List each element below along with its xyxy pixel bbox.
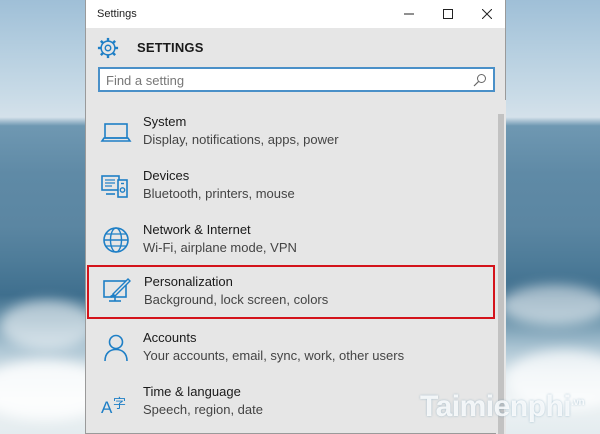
settings-item-subtitle: Bluetooth, printers, mouse	[143, 186, 295, 201]
devices-icon	[101, 175, 128, 198]
maximize-icon	[443, 9, 453, 19]
minimize-icon	[404, 13, 414, 15]
settings-item-subtitle: Wi-Fi, airplane mode, VPN	[143, 240, 297, 255]
title-bar[interactable]: Settings	[86, 0, 505, 28]
page-title: SETTINGS	[137, 40, 204, 55]
search-icon[interactable]	[473, 73, 487, 87]
person-icon	[104, 334, 128, 362]
close-icon	[482, 9, 492, 19]
settings-item-title: Accounts	[143, 330, 197, 345]
settings-item-accounts[interactable]: Accounts Your accounts, email, sync, wor…	[86, 322, 496, 376]
settings-item-subtitle: Speech, region, date	[143, 402, 263, 417]
maximize-button[interactable]	[430, 2, 466, 26]
svg-text:字: 字	[113, 397, 126, 412]
background-wave	[500, 285, 600, 325]
settings-item-system[interactable]: System Display, notifications, apps, pow…	[86, 106, 496, 160]
settings-item-title: Network & Internet	[143, 222, 251, 237]
settings-item-personalization[interactable]: Personalization Background, lock screen,…	[87, 265, 495, 319]
settings-item-network[interactable]: Network & Internet Wi-Fi, airplane mode,…	[86, 214, 496, 268]
settings-item-subtitle: Background, lock screen, colors	[144, 292, 329, 307]
search-box[interactable]	[98, 67, 495, 92]
scrollbar-thumb[interactable]	[498, 114, 504, 434]
laptop-icon	[100, 123, 132, 142]
gear-icon	[97, 37, 119, 59]
watermark-suffix: .vn	[571, 397, 585, 408]
close-button[interactable]	[469, 2, 505, 26]
settings-item-subtitle: Display, notifications, apps, power	[143, 132, 339, 147]
paint-icon	[103, 278, 131, 302]
settings-item-title: System	[143, 114, 187, 129]
scrollbar[interactable]	[496, 100, 506, 434]
settings-item-devices[interactable]: Devices Bluetooth, printers, mouse	[86, 160, 496, 214]
watermark: Taimienphi.vn	[420, 390, 585, 424]
window-title: Settings	[97, 8, 137, 20]
minimize-button[interactable]	[391, 2, 427, 26]
time-language-icon: A 字	[101, 397, 126, 417]
settings-item-title: Time & language	[143, 384, 241, 399]
settings-item-subtitle: Your accounts, email, sync, work, other …	[143, 348, 405, 363]
settings-item-title: Devices	[143, 168, 190, 183]
search-input[interactable]	[106, 71, 466, 89]
settings-window: Settings SETTINGS Find a setting System …	[85, 0, 506, 434]
settings-header: SETTINGS	[86, 28, 505, 66]
watermark-text: Taimienphi	[420, 390, 572, 423]
svg-text:A: A	[101, 398, 113, 417]
globe-icon	[103, 227, 129, 253]
background-wave	[0, 300, 95, 350]
settings-item-title: Personalization	[144, 274, 233, 289]
